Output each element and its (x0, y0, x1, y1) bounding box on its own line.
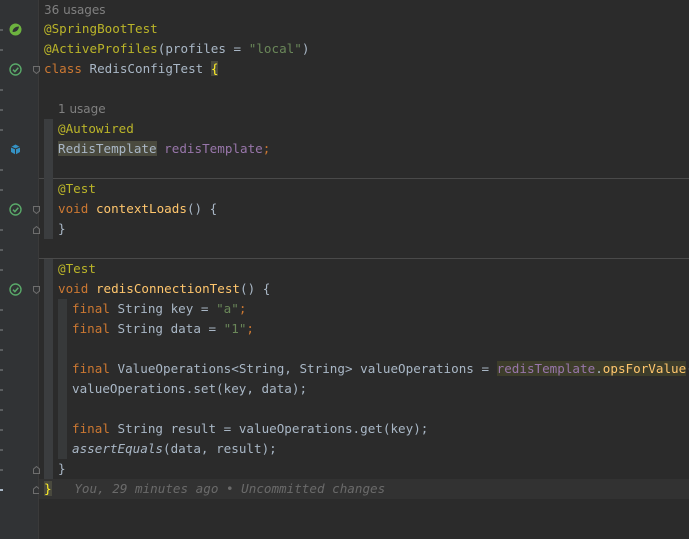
annotation: @SpringBootTest (44, 21, 158, 36)
code-line-3[interactable]: class RedisConfigTest { (44, 59, 219, 79)
method-separator (39, 178, 689, 179)
indent-guide (44, 259, 53, 479)
annotation: @Test (58, 181, 96, 196)
code-line-22[interactable]: } (58, 459, 66, 479)
code-text: String key = (109, 301, 217, 316)
code-line-20[interactable]: final String result = valueOperations.ge… (72, 419, 428, 439)
code-text: String data = (109, 321, 224, 336)
method-call: opsForValue (602, 361, 687, 376)
usages-hint[interactable]: 36 usages (44, 0, 106, 20)
code-line-23[interactable]: } You, 29 minutes ago • Uncommitted chan… (44, 479, 385, 499)
run-test-icon[interactable] (9, 203, 22, 216)
code-line-14[interactable]: final String key = "a"; (72, 299, 246, 319)
code-line-1[interactable]: @SpringBootTest (44, 19, 158, 39)
semicolon: ; (262, 141, 271, 156)
brace: } (58, 461, 66, 476)
code-line-13[interactable]: void redisConnectionTest() { (58, 279, 270, 299)
keyword: final (72, 361, 110, 376)
keyword: class (44, 61, 82, 76)
method-name: redisConnectionTest (95, 281, 240, 296)
field-reference: redisTemplate (496, 361, 596, 376)
keyword: final (72, 421, 110, 436)
code-line-18[interactable]: valueOperations.set(key, data); (72, 379, 307, 399)
unfold-icon[interactable] (33, 466, 40, 474)
code-line-21[interactable]: assertEquals(data, result); (72, 439, 277, 459)
indent-guide (44, 119, 53, 239)
code-line-8[interactable]: @Test (58, 179, 96, 199)
keyword: final (72, 301, 110, 316)
fold-icon[interactable] (33, 206, 40, 214)
code-text: () { (240, 281, 271, 296)
annotation: @Autowired (58, 121, 134, 136)
method-name: contextLoads (95, 201, 187, 216)
code-line-12[interactable]: @Test (58, 259, 96, 279)
string-literal: "a" (216, 301, 239, 316)
code-line-6[interactable]: RedisTemplate redisTemplate; (58, 139, 270, 159)
run-test-icon[interactable] (9, 63, 22, 76)
code-line-9[interactable]: void contextLoads() { (58, 199, 217, 219)
brace: } (44, 481, 52, 496)
annotation: @Test (58, 261, 96, 276)
unfold-icon[interactable] (33, 226, 40, 234)
semicolon: ; (238, 301, 247, 316)
code-text: valueOperations.set(key, data); (72, 381, 308, 396)
code-line-17[interactable]: final ValueOperations<String, String> va… (72, 359, 689, 379)
fold-icon[interactable] (33, 286, 40, 294)
spring-bean-icon[interactable] (9, 23, 22, 36)
code-line-5[interactable]: @Autowired (58, 119, 134, 139)
code-line-2[interactable]: @ActiveProfiles(profiles = "local") (44, 39, 309, 59)
gutter-separator (38, 0, 39, 539)
code-line-15[interactable]: final String data = "1"; (72, 319, 254, 339)
code-text: (profiles = (157, 41, 249, 56)
autowired-bean-icon[interactable] (9, 143, 22, 156)
string-literal: "local" (248, 41, 302, 56)
method-separator (39, 258, 689, 259)
semicolon: ; (246, 321, 254, 336)
type-name: RedisTemplate (58, 141, 157, 156)
annotation: @ActiveProfiles (44, 41, 158, 56)
git-blame-annotation[interactable]: You, 29 minutes ago • Uncommitted change… (74, 481, 385, 496)
code-text: () { (186, 201, 218, 216)
brace: { (210, 61, 219, 76)
indent-guide (58, 299, 67, 459)
brace: } (58, 221, 66, 236)
fold-icon[interactable] (33, 66, 40, 74)
class-name: RedisConfigTest (81, 61, 211, 76)
usages-hint[interactable]: 1 usage (58, 99, 106, 119)
code-text: String result = valueOperations.get(key)… (109, 421, 429, 436)
keyword: final (72, 321, 110, 336)
keyword: void (58, 201, 89, 216)
keyword: void (58, 281, 89, 296)
run-test-icon[interactable] (9, 283, 22, 296)
code-text: ) (301, 41, 310, 56)
code-text: . (595, 361, 603, 376)
field-name: redisTemplate (164, 141, 263, 156)
code-text: (data, result); (163, 441, 277, 456)
editor-gutter (0, 0, 38, 539)
code-line-10[interactable]: } (58, 219, 66, 239)
string-literal: "1" (223, 321, 247, 336)
static-method-call: assertEquals (72, 441, 163, 456)
code-text: ValueOperations<String, String> valueOpe… (109, 361, 497, 376)
